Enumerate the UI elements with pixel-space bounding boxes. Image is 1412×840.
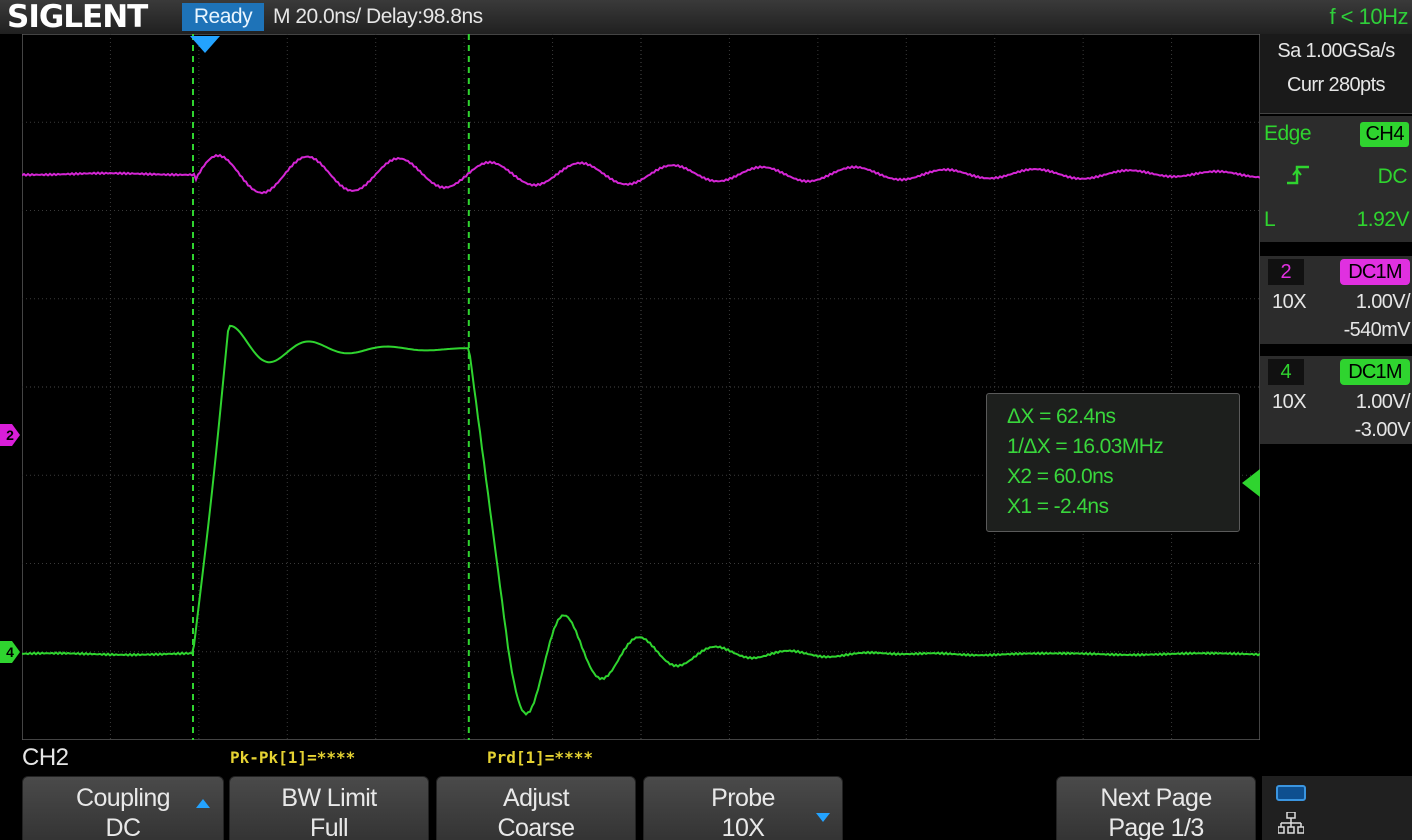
ch4-offset-marker[interactable]: 4 — [0, 641, 20, 663]
softkey-value: DC — [105, 814, 142, 840]
softkey-label: Adjust — [503, 784, 569, 812]
timebase-readout[interactable]: M 20.0ns/ Delay:98.8ns — [273, 3, 483, 31]
acquisition-info[interactable]: Sa 1.00GSa/s Curr 280pts — [1260, 34, 1412, 114]
menu-title: CH2 — [22, 744, 69, 771]
ch2-offset-marker[interactable]: 2 — [0, 424, 20, 446]
network-icon — [1278, 812, 1304, 834]
softkey-label: Coupling — [76, 784, 170, 812]
brand-logo: SIGLENT — [7, 0, 148, 35]
channel-probe: 10X — [1272, 391, 1307, 413]
channel-scale: 1.00V/ — [1355, 291, 1411, 313]
channel-offset: -3.00V — [1354, 419, 1411, 441]
softkey-coupling[interactable]: Coupling DC — [22, 776, 224, 840]
softkey-label: Probe — [711, 784, 775, 812]
sample-rate: Sa 1.00GSa/s — [1277, 40, 1395, 62]
trigger-info[interactable]: Edge CH4 DC L 1.92V — [1260, 116, 1412, 242]
softkey-label: Next Page — [1100, 784, 1212, 812]
channel-probe: 10X — [1272, 291, 1307, 313]
trigger-coupling: DC — [1377, 165, 1408, 188]
trigger-source: CH4 — [1360, 122, 1409, 147]
trigger-level-label: L — [1264, 208, 1276, 231]
arrow-up-icon — [196, 799, 210, 808]
frequency-counter: f < 10Hz — [1329, 4, 1408, 29]
channel-coupling: DC1M — [1340, 259, 1410, 285]
softkey-label: BW Limit — [281, 784, 377, 812]
info-panel: Sa 1.00GSa/s Curr 280pts Edge CH4 DC L 1… — [1260, 34, 1412, 444]
trigger-level: 1.92V — [1356, 208, 1410, 231]
measurement-period: Prd[1]=**** — [487, 748, 593, 767]
softkey-next-page[interactable]: Next Page Page 1/3 — [1056, 776, 1256, 840]
connectivity-status — [1262, 776, 1412, 840]
arrow-down-icon — [816, 813, 830, 822]
softkey-bw-limit[interactable]: BW Limit Full — [229, 776, 429, 840]
acquisition-status-badge[interactable]: Ready — [182, 3, 264, 31]
channel-number: 4 — [1268, 359, 1304, 385]
softkey-probe[interactable]: Probe 10X — [643, 776, 843, 840]
channel-4-info[interactable]: 4 DC1M 10X 1.00V/ -3.00V — [1260, 356, 1412, 444]
memory-depth: Curr 280pts — [1287, 74, 1386, 96]
status-bar: SIGLENT Ready M 20.0ns/ Delay:98.8ns f <… — [0, 0, 1412, 34]
measurement-pkpk: Pk-Pk[1]=**** — [230, 748, 356, 767]
cursor-inverse-delta-x: 1/ΔX = 16.03MHz — [1007, 435, 1164, 458]
waveform-display[interactable] — [22, 34, 1260, 740]
channel-number: 2 — [1268, 259, 1304, 285]
channel-coupling: DC1M — [1340, 359, 1410, 385]
softkey-value: Coarse — [497, 814, 576, 840]
usb-icon — [1276, 785, 1306, 801]
channel-scale: 1.00V/ — [1355, 391, 1411, 413]
cursor-x2: X2 = 60.0ns — [1007, 465, 1114, 488]
softkey-value: Full — [310, 814, 348, 840]
rising-edge-icon — [1286, 163, 1310, 194]
softkey-value: 10X — [721, 814, 765, 840]
trigger-type: Edge — [1264, 122, 1312, 145]
channel-2-info[interactable]: 2 DC1M 10X 1.00V/ -540mV — [1260, 256, 1412, 344]
cursor-delta-x: ΔX = 62.4ns — [1007, 405, 1116, 428]
softkey-adjust[interactable]: Adjust Coarse — [436, 776, 636, 840]
softkey-value: Page 1/3 — [1108, 814, 1204, 840]
cursor-x1: X1 = -2.4ns — [1007, 495, 1109, 518]
cursor-readout-panel: ΔX = 62.4ns 1/ΔX = 16.03MHz X2 = 60.0ns … — [986, 393, 1240, 532]
channel-offset: -540mV — [1343, 319, 1411, 341]
